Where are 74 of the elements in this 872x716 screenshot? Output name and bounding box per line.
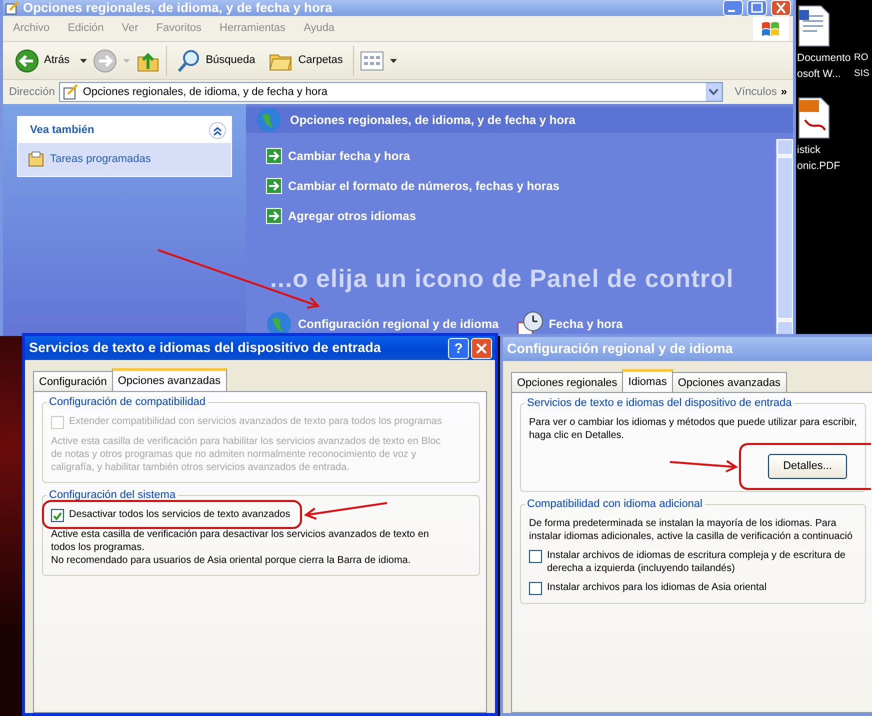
description-text: Active esta casilla de verificación para habilitar los servicios avanzados de texto en Bloc de notas y otros programas que no admiten normalmente reconocimiento de voz y caligrafía, y habilitar también otros servicios avanzados de entrada. [51, 435, 442, 474]
icon-label: onic.PDF [797, 160, 840, 172]
tab[interactable]: Opciones avanzadas [112, 368, 227, 391]
task-link[interactable]: Agregar otros idiomas [288, 207, 416, 225]
checkbox-label: Instalar archivos para los idiomas de Asia oriental [547, 580, 767, 594]
dialog-title: Configuración regional y de idioma [507, 340, 734, 358]
checkbox-label: Desactivar todos los servicios de texto avanzados [69, 508, 290, 521]
scheduled-tasks-icon [28, 151, 44, 168]
address-field[interactable]: Opciones regionales, de idioma, y de fecha y hora [58, 82, 723, 102]
control-panel-icon [62, 84, 79, 100]
close-icon [476, 342, 487, 354]
caret-icon[interactable] [80, 58, 87, 62]
globe-icon [256, 107, 282, 133]
check-icon [53, 512, 62, 520]
icon-label: Documento [797, 52, 851, 64]
checkbox-label: Extender compatibilidad con servicios avanzados de texto para todos los programas [69, 415, 442, 428]
icon-label: RO [854, 52, 868, 64]
description-text: Active esta casilla de verificación para desactivar los servicios avanzados de texto en todos los programas. No recomendado para usuarios de Asia oriental porque cierra la Barra de idioma. [51, 528, 430, 567]
tab[interactable]: Opciones avanzadas [672, 372, 787, 392]
menu-item[interactable]: Ver [122, 20, 138, 37]
arrow-icon [266, 208, 282, 224]
menu-item[interactable]: Herramientas [220, 20, 286, 37]
dropdown-icon[interactable] [709, 89, 718, 95]
search-icon [176, 48, 201, 72]
close-button[interactable] [471, 338, 492, 358]
folders-button[interactable]: Carpetas [265, 48, 347, 74]
tab[interactable]: Idiomas [622, 369, 673, 392]
control-panel-icon [5, 1, 19, 15]
arrow-icon [266, 178, 282, 194]
menu-item[interactable]: Edición [68, 20, 104, 37]
icon-label: osoft W... [797, 68, 841, 80]
scrollbar[interactable] [776, 139, 793, 336]
address-label: Dirección [9, 84, 55, 100]
checkbox[interactable] [529, 550, 542, 562]
category-title: Opciones regionales, de idioma, y de fecha y hora [290, 112, 576, 129]
dialog-title: Servicios de texto e idiomas del dispositivo de entrada [29, 338, 382, 357]
group-legend: Compatibilidad con idioma adicional [525, 498, 704, 510]
more-links[interactable]: » [780, 84, 787, 100]
task-link[interactable]: Tareas programadas [50, 151, 151, 168]
help-button[interactable]: ? [448, 338, 469, 358]
caret-icon[interactable] [390, 58, 397, 62]
panel-title: Vea también [30, 122, 94, 138]
checkbox[interactable] [51, 509, 64, 522]
menu-item[interactable]: Archivo [13, 20, 50, 37]
checkbox-label: Instalar archivos de idiomas de escritura compleja y de escritura de derecha a izquierda (incluyendo tailandés) [547, 548, 846, 574]
links-label[interactable]: Vínculos [734, 84, 777, 100]
menu-item[interactable]: Favoritos [156, 20, 202, 37]
description-text: De forma predeterminada se instalan la mayoría de los idiomas. Para instalar idiomas adicionales, active la casilla de verificación a continuació [529, 516, 854, 542]
pdf-file-icon [797, 96, 831, 140]
details-button[interactable]: Detalles... [768, 454, 847, 478]
annotation-arrow [670, 460, 738, 472]
icon-label: istick [797, 144, 820, 156]
collapse-icon[interactable] [209, 122, 226, 138]
icon-label: SIS [854, 68, 870, 80]
windows-flag-icon [761, 20, 781, 38]
description-text: Para ver o cambiar los idiomas y métodos que puede utilizar para escribir, haga clic en Detalles. [529, 416, 858, 442]
checkbox[interactable] [529, 582, 542, 594]
minimize-icon[interactable] [723, 0, 743, 16]
maximize-icon[interactable] [747, 0, 767, 16]
tab[interactable]: Configuración [33, 371, 113, 391]
window-title: Opciones regionales, de idioma, y de fecha y hora [23, 0, 332, 18]
arrow-icon [266, 148, 282, 164]
close-icon[interactable] [771, 0, 791, 16]
tab[interactable]: Opciones regionales [511, 372, 624, 392]
menu-item[interactable]: Ayuda [304, 20, 335, 37]
back-button[interactable]: Atrás [11, 46, 74, 74]
group-legend: Configuración de compatibilidad [47, 396, 208, 409]
search-button[interactable]: Búsqueda [172, 46, 260, 74]
task-link[interactable]: Cambiar el formato de números, fechas y horas [288, 177, 560, 195]
group-legend: Servicios de texto e idiomas del dispositivo de entrada [525, 397, 794, 410]
views-icon[interactable] [360, 50, 384, 70]
section-heading: ...o elija un icono de Panel de control [269, 264, 735, 295]
task-link[interactable]: Cambiar fecha y hora [288, 147, 410, 165]
document-icon [797, 4, 831, 48]
